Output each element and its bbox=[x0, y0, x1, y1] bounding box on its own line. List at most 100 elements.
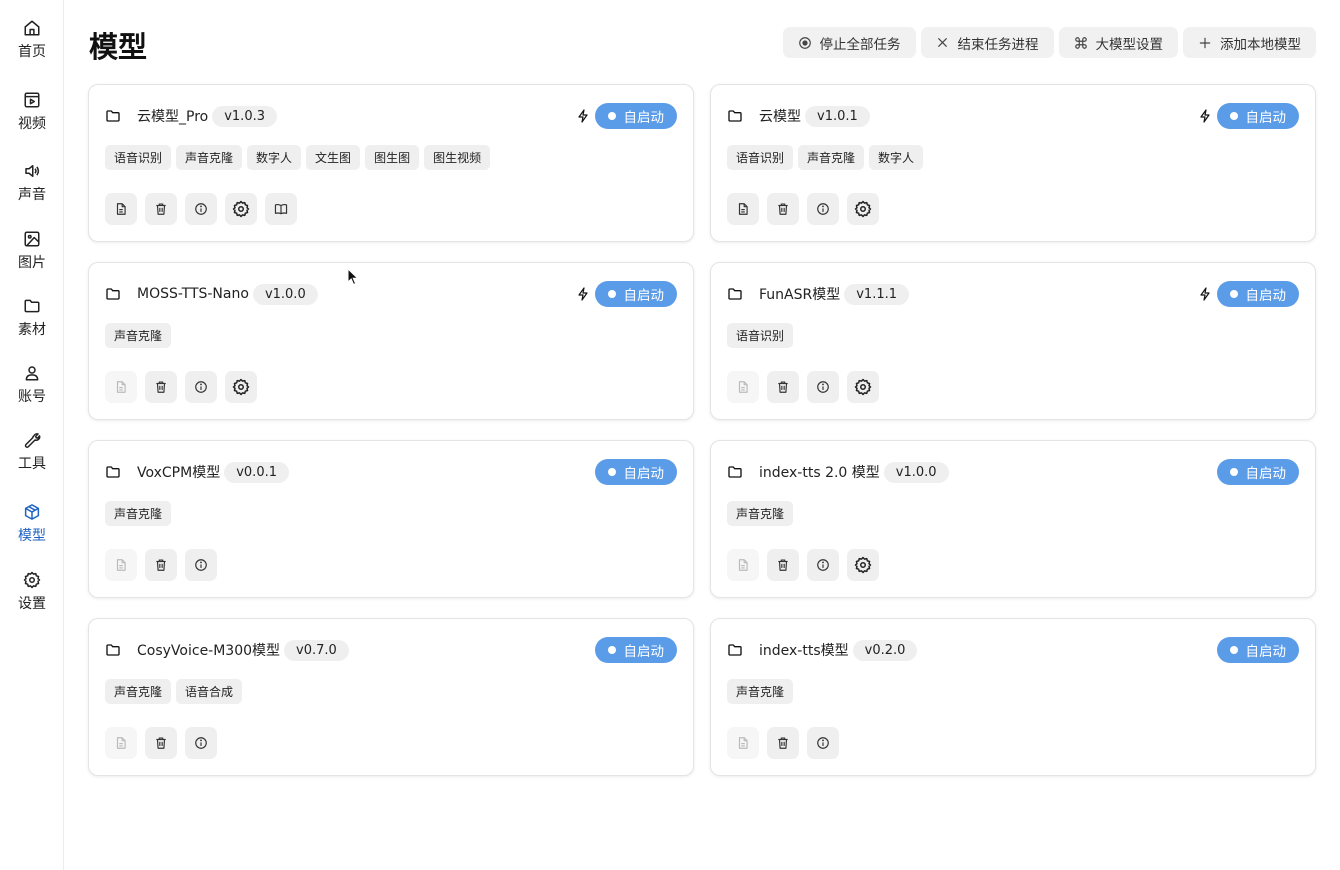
capability-tag: 数字人 bbox=[869, 145, 924, 170]
capability-tag: 语音识别 bbox=[727, 323, 794, 348]
sidebar-item-folder[interactable]: 素材 bbox=[0, 296, 64, 356]
document-icon bbox=[114, 558, 128, 572]
sidebar-item-image[interactable]: 图片 bbox=[0, 229, 64, 289]
sidebar-item-wrench[interactable]: 工具 bbox=[0, 430, 64, 490]
stop-all-tasks-button[interactable]: 停止全部任务 bbox=[782, 27, 916, 58]
book-icon bbox=[274, 202, 288, 216]
model-settings-button[interactable] bbox=[847, 371, 879, 403]
sidebar-item-video[interactable]: 视频 bbox=[0, 90, 64, 150]
end-task-process-button[interactable]: 结束任务进程 bbox=[920, 27, 1054, 58]
info-button[interactable] bbox=[807, 371, 839, 403]
model-name: index-tts模型 bbox=[759, 643, 849, 659]
toolbar-button-label: 大模型设置 bbox=[1095, 36, 1164, 53]
model-name: 云模型_Pro bbox=[137, 109, 209, 125]
llm-settings-button[interactable]: 大模型设置 bbox=[1058, 27, 1178, 58]
auto-start-toggle[interactable]: 自启动 bbox=[594, 637, 677, 663]
info-icon bbox=[816, 736, 830, 750]
info-button[interactable] bbox=[185, 549, 217, 581]
auto-start-label: 自启动 bbox=[623, 288, 665, 304]
model-card-header: index-tts模型 v0.2.0 自启动 bbox=[727, 637, 1299, 663]
view-log-button[interactable] bbox=[727, 549, 759, 581]
info-button[interactable] bbox=[807, 549, 839, 581]
model-card-header-right: 自启动 bbox=[1216, 637, 1299, 663]
auto-start-toggle[interactable]: 自启动 bbox=[1216, 637, 1299, 663]
model-settings-button[interactable] bbox=[225, 371, 257, 403]
view-log-button[interactable] bbox=[727, 371, 759, 403]
sidebar-item-gear[interactable]: 设置 bbox=[0, 570, 64, 630]
capability-tag: 声音克隆 bbox=[105, 679, 172, 704]
delete-button[interactable] bbox=[767, 371, 799, 403]
folder-icon[interactable] bbox=[727, 642, 743, 658]
delete-button[interactable] bbox=[145, 727, 177, 759]
trash-icon bbox=[154, 558, 168, 572]
auto-start-toggle[interactable]: 自启动 bbox=[594, 281, 677, 307]
model-actions bbox=[105, 371, 257, 403]
delete-button[interactable] bbox=[145, 193, 177, 225]
view-log-button[interactable] bbox=[105, 371, 137, 403]
document-icon bbox=[736, 736, 750, 750]
cube-icon bbox=[22, 502, 42, 522]
model-card: index-tts模型 v0.2.0 自启动 声音克隆 bbox=[710, 618, 1316, 776]
delete-button[interactable] bbox=[145, 549, 177, 581]
folder-icon[interactable] bbox=[727, 108, 743, 124]
delete-button[interactable] bbox=[145, 371, 177, 403]
auto-start-toggle[interactable]: 自启动 bbox=[594, 459, 677, 485]
toggle-dot-icon bbox=[1229, 112, 1238, 120]
version-badge: v1.0.0 bbox=[252, 283, 318, 305]
delete-button[interactable] bbox=[767, 549, 799, 581]
capability-tag: 图生视频 bbox=[424, 145, 491, 170]
view-log-button[interactable] bbox=[105, 727, 137, 759]
delete-button[interactable] bbox=[767, 727, 799, 759]
info-button[interactable] bbox=[185, 371, 217, 403]
sidebar-item-cube[interactable]: 模型 bbox=[0, 502, 64, 562]
trash-icon bbox=[154, 736, 168, 750]
model-settings-button[interactable] bbox=[847, 193, 879, 225]
info-button[interactable] bbox=[185, 727, 217, 759]
sidebar-item-home[interactable]: 首页 bbox=[0, 18, 64, 78]
info-button[interactable] bbox=[185, 193, 217, 225]
auto-start-toggle[interactable]: 自启动 bbox=[1216, 459, 1299, 485]
capability-tag: 图生图 bbox=[365, 145, 420, 170]
model-settings-button[interactable] bbox=[847, 549, 879, 581]
model-settings-button[interactable] bbox=[225, 193, 257, 225]
model-card: FunASR模型 v1.1.1 自启动 语音识别 bbox=[710, 262, 1316, 420]
sidebar-item-label: 图片 bbox=[18, 255, 46, 271]
stop-circle-icon bbox=[798, 36, 812, 50]
capability-tag: 声音克隆 bbox=[176, 145, 243, 170]
auto-start-toggle[interactable]: 自启动 bbox=[1216, 103, 1299, 129]
sidebar-item-user[interactable]: 账号 bbox=[0, 363, 64, 423]
speaker-icon bbox=[22, 161, 42, 181]
info-button[interactable] bbox=[807, 193, 839, 225]
document-icon bbox=[114, 736, 128, 750]
model-card-header-right: 自启动 bbox=[577, 103, 677, 129]
add-local-model-button[interactable]: 添加本地模型 bbox=[1183, 27, 1316, 58]
folder-icon[interactable] bbox=[727, 464, 743, 480]
toggle-dot-icon bbox=[1229, 290, 1238, 298]
model-card-header: 云模型_Pro v1.0.3 自启动 bbox=[105, 103, 677, 129]
info-button[interactable] bbox=[807, 727, 839, 759]
auto-start-toggle[interactable]: 自启动 bbox=[594, 103, 677, 129]
view-log-button[interactable] bbox=[727, 727, 759, 759]
auto-start-toggle[interactable]: 自启动 bbox=[1216, 281, 1299, 307]
auto-start-label: 自启动 bbox=[1245, 466, 1287, 482]
view-log-button[interactable] bbox=[727, 193, 759, 225]
version-badge: v1.0.0 bbox=[883, 461, 949, 483]
folder-icon[interactable] bbox=[105, 464, 121, 480]
folder-icon[interactable] bbox=[105, 286, 121, 302]
model-card-header-right: 自启动 bbox=[594, 459, 677, 485]
capability-tag: 声音克隆 bbox=[105, 323, 172, 348]
sidebar-item-label: 素材 bbox=[18, 322, 46, 338]
capability-tags: 语音识别 bbox=[727, 323, 794, 348]
folder-icon[interactable] bbox=[727, 286, 743, 302]
gear-icon bbox=[854, 556, 872, 574]
info-icon bbox=[194, 736, 208, 750]
model-card: 云模型_Pro v1.0.3 自启动 语音识别 声音克隆 数字人 文生图 图生图 图生视频 bbox=[88, 84, 694, 242]
docs-button[interactable] bbox=[265, 193, 297, 225]
view-log-button[interactable] bbox=[105, 193, 137, 225]
info-icon bbox=[194, 558, 208, 572]
delete-button[interactable] bbox=[767, 193, 799, 225]
view-log-button[interactable] bbox=[105, 549, 137, 581]
folder-icon[interactable] bbox=[105, 108, 121, 124]
folder-icon[interactable] bbox=[105, 642, 121, 658]
sidebar-item-speaker[interactable]: 声音 bbox=[0, 161, 64, 221]
